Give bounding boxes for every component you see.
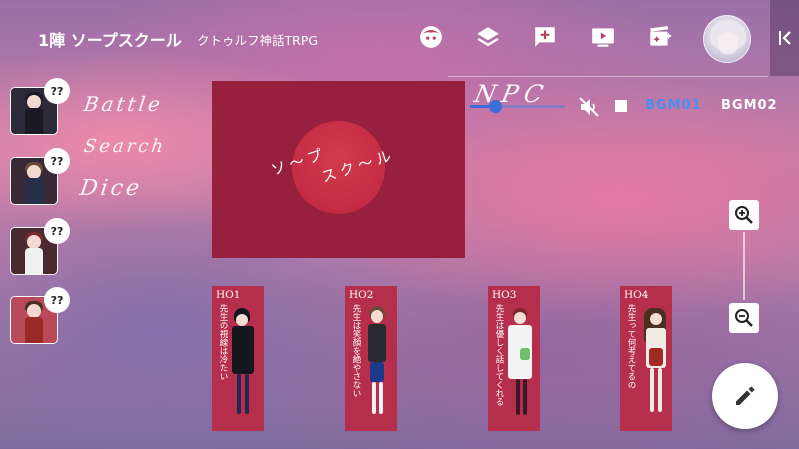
ho-description: 先生は優しく話してくれる xyxy=(494,304,504,406)
zoom-out-button[interactable] xyxy=(729,303,759,333)
ho-description: 先生って何考えてるの xyxy=(626,304,636,389)
character-status-badge: ?? xyxy=(44,78,70,104)
zoom-slider[interactable] xyxy=(743,232,745,300)
bgm02-button[interactable]: BGM02 xyxy=(721,98,778,113)
ho-card-2[interactable]: HO2 先生は笑顔を絶やさない xyxy=(345,286,397,431)
volume-slider[interactable] xyxy=(470,105,565,108)
ho-label: HO4 xyxy=(624,289,649,301)
volume-thumb[interactable] xyxy=(489,100,502,113)
mute-button[interactable] xyxy=(578,96,602,118)
pencil-icon xyxy=(736,386,755,405)
character-status-badge: ?? xyxy=(44,218,70,244)
dice-label[interactable]: Dice xyxy=(78,176,144,201)
search-label[interactable]: Search xyxy=(83,136,168,157)
stop-icon xyxy=(615,100,627,112)
ho-label: HO3 xyxy=(492,289,517,301)
npc-label[interactable]: NPC xyxy=(472,80,551,108)
play-screen-button[interactable] xyxy=(586,20,620,54)
battle-label[interactable]: Battle xyxy=(82,92,164,116)
add-comment-button[interactable] xyxy=(528,20,562,54)
add-comment-icon xyxy=(535,27,555,47)
layers-icon xyxy=(477,27,499,47)
character-status-badge: ?? xyxy=(44,148,70,174)
layers-button[interactable] xyxy=(471,20,505,54)
play-screen-icon xyxy=(592,28,614,47)
ho-label: HO2 xyxy=(349,289,374,301)
collapse-button[interactable] xyxy=(770,0,799,76)
edit-button[interactable] xyxy=(712,363,778,429)
board-panel: ソ～プ スク～ル xyxy=(212,81,465,258)
bgm01-button[interactable]: BGM01 xyxy=(645,98,702,113)
character-face-button[interactable] xyxy=(414,20,448,54)
top-bar: 1陣 ソープスクール クトゥルフ神話TRPG xyxy=(0,0,799,76)
user-avatar[interactable] xyxy=(703,15,751,63)
stop-button[interactable] xyxy=(614,99,628,113)
ho-description: 先生は笑顔を絶やさない xyxy=(351,304,361,398)
effects-button[interactable] xyxy=(643,20,677,54)
header-divider xyxy=(448,76,768,77)
character-face-icon xyxy=(420,26,442,48)
ho-card-1[interactable]: HO1 先生の視線は冷たい xyxy=(212,286,264,431)
ho-card-3[interactable]: HO3 先生は優しく話してくれる xyxy=(488,286,540,431)
zoom-in-button[interactable] xyxy=(729,200,759,230)
room-title: 1陣 ソープスクール xyxy=(38,31,182,50)
volume-off-icon xyxy=(579,97,599,117)
ho-card-4[interactable]: HO4 先生って何考えてるの xyxy=(620,286,672,431)
zoom-in-icon xyxy=(735,206,753,224)
character-status-badge: ?? xyxy=(44,287,70,313)
effects-icon xyxy=(650,26,672,46)
room-subtitle: クトゥルフ神話TRPG xyxy=(197,33,319,48)
zoom-out-icon xyxy=(735,309,753,327)
ho-label: HO1 xyxy=(216,289,241,301)
collapse-icon xyxy=(778,31,791,45)
ho-description: 先生の視線は冷たい xyxy=(218,304,228,381)
